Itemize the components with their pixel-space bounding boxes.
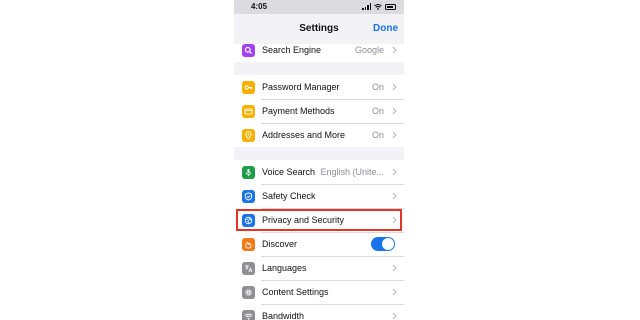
settings-row-privacy-security[interactable]: Privacy and Security: [234, 208, 404, 232]
wifi-status-icon: [374, 3, 382, 10]
cellular-signal-icon: [362, 3, 371, 10]
settings-row-payment-methods[interactable]: Payment Methods On: [234, 99, 404, 123]
settings-row-value: English (Unite...: [320, 167, 384, 177]
settings-row-label: Payment Methods: [262, 106, 335, 116]
status-icons: [362, 3, 396, 10]
settings-row-languages[interactable]: Languages: [234, 256, 404, 280]
settings-row-value: On: [371, 130, 384, 140]
chevron-right-icon: [392, 192, 397, 200]
wifi-icon: [242, 309, 255, 320]
status-time: 4:05: [251, 2, 268, 11]
done-button[interactable]: Done: [373, 23, 398, 34]
status-bar: 4:05: [234, 0, 404, 14]
phone-screen: 4:05 Settings Done Search Engine Google: [234, 0, 404, 320]
chevron-right-icon: [392, 264, 397, 272]
settings-row-value: Google: [354, 45, 384, 55]
settings-row-label: Privacy and Security: [262, 215, 345, 225]
settings-row-label: Search Engine: [262, 45, 322, 55]
settings-row-label: Content Settings: [262, 287, 329, 297]
search-icon: [242, 43, 255, 57]
battery-icon: [385, 3, 396, 10]
settings-row-value: On: [371, 82, 384, 92]
settings-row-label: Languages: [262, 263, 307, 273]
settings-group-search: Search Engine Google: [234, 38, 404, 62]
flame-icon: [242, 237, 255, 251]
settings-row-voice-search[interactable]: Voice Search English (Unite...: [234, 160, 404, 184]
location-pin-icon: [242, 128, 255, 142]
chevron-right-icon: [392, 168, 397, 176]
gear-icon: [242, 285, 255, 299]
settings-row-label: Voice Search: [262, 167, 316, 177]
settings-row-password-manager[interactable]: Password Manager On: [234, 75, 404, 99]
microphone-icon: [242, 165, 255, 179]
settings-row-content-settings[interactable]: Content Settings: [234, 280, 404, 304]
settings-group-autofill: Password Manager On Payment Methods On A…: [234, 75, 404, 147]
chevron-right-icon: [392, 83, 397, 91]
globe-icon: [242, 213, 255, 227]
settings-row-safety-check[interactable]: Safety Check: [234, 184, 404, 208]
discover-toggle[interactable]: [371, 237, 395, 251]
settings-row-discover[interactable]: Discover: [234, 232, 404, 256]
chevron-right-icon: [392, 288, 397, 296]
settings-row-label: Bandwidth: [262, 311, 305, 320]
group-separator: [234, 62, 404, 75]
card-icon: [242, 104, 255, 118]
chevron-right-icon: [392, 216, 397, 224]
key-icon: [242, 80, 255, 94]
settings-row-search-engine[interactable]: Search Engine Google: [234, 38, 404, 62]
chevron-right-icon: [392, 131, 397, 139]
settings-sheet: Settings Done Search Engine Google Passw…: [234, 14, 404, 320]
settings-row-value: On: [371, 106, 384, 116]
settings-row-bandwidth[interactable]: Bandwidth: [234, 304, 404, 320]
settings-row-label: Password Manager: [262, 82, 340, 92]
translate-icon: [242, 261, 255, 275]
chevron-right-icon: [392, 312, 397, 320]
settings-row-label: Discover: [262, 239, 298, 249]
settings-group-general: Voice Search English (Unite... Safety Ch…: [234, 160, 404, 320]
settings-row-label: Safety Check: [262, 191, 316, 201]
group-separator: [234, 147, 404, 160]
shield-icon: [242, 189, 255, 203]
chevron-right-icon: [392, 107, 397, 115]
settings-row-addresses[interactable]: Addresses and More On: [234, 123, 404, 147]
settings-row-label: Addresses and More: [262, 130, 346, 140]
chevron-right-icon: [392, 46, 397, 54]
